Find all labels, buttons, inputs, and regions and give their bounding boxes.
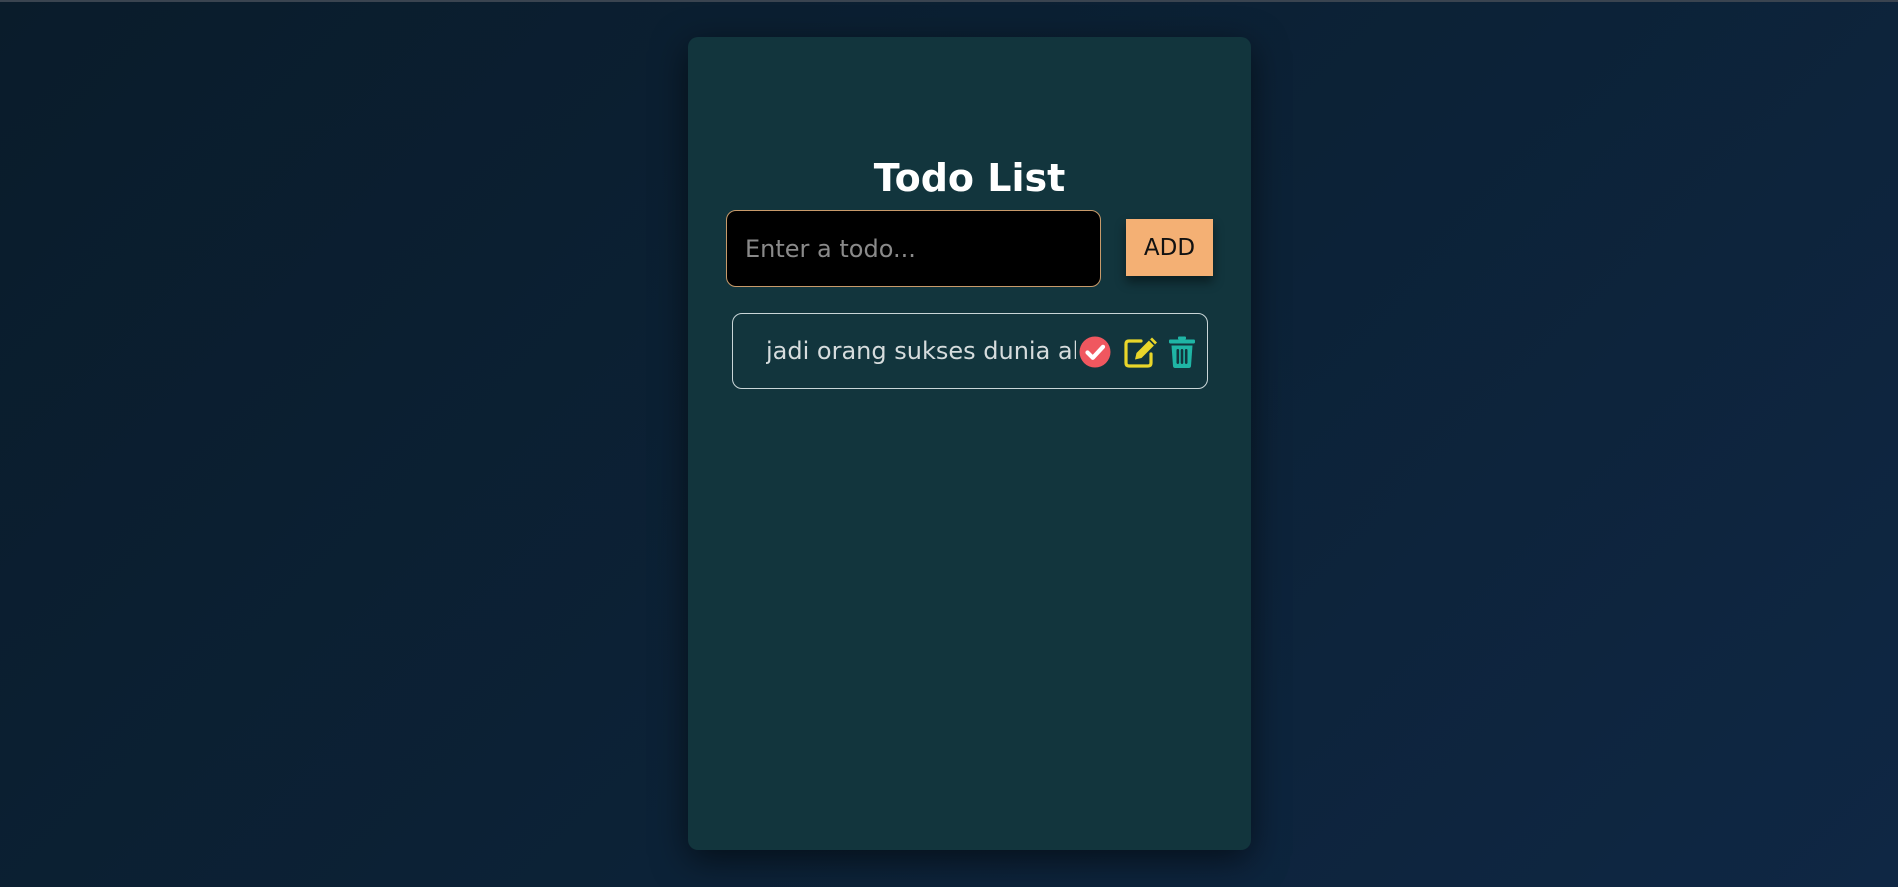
list-item: jadi orang sukses dunia akhirat [732, 313, 1208, 389]
todo-input[interactable] [726, 210, 1101, 287]
todo-text: jadi orang sukses dunia akhirat [766, 337, 1076, 365]
edit-icon[interactable] [1123, 335, 1157, 369]
todo-card: Todo List ADD jadi orang sukses dunia ak… [688, 37, 1251, 850]
check-circle-icon[interactable] [1078, 335, 1112, 369]
trash-icon[interactable] [1167, 335, 1201, 369]
page-title: Todo List [873, 156, 1066, 200]
window-top-border [0, 0, 1898, 2]
add-button[interactable]: ADD [1126, 219, 1213, 276]
